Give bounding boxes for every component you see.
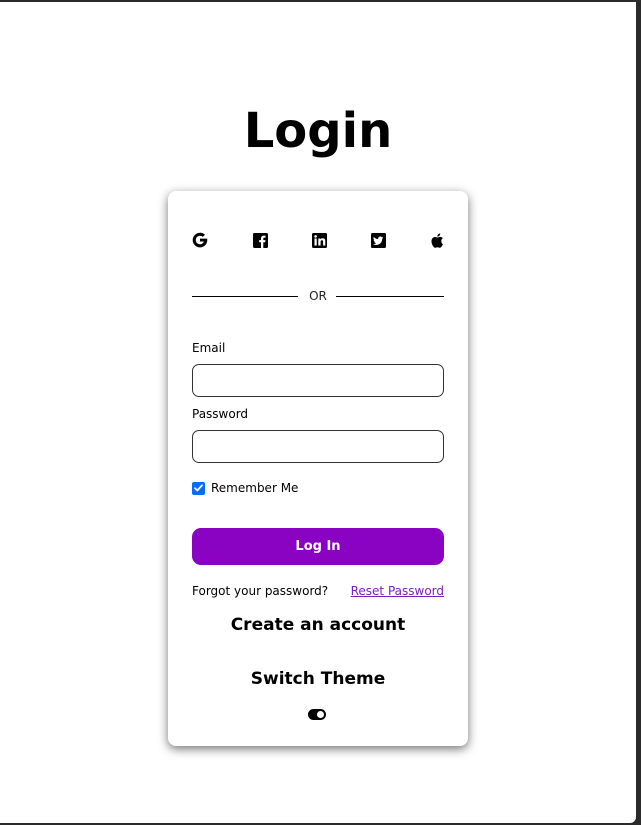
google-icon[interactable] (192, 231, 208, 249)
check-icon (194, 484, 203, 492)
apple-icon[interactable] (429, 231, 445, 249)
email-label: Email (192, 341, 226, 355)
forgot-password-row: Forgot your password? Reset Password (192, 583, 444, 599)
password-field[interactable] (192, 430, 444, 463)
facebook-icon[interactable] (252, 231, 268, 249)
divider-line-right (336, 296, 444, 297)
remember-me-checkbox[interactable] (192, 481, 205, 495)
linkedin-icon[interactable] (311, 231, 327, 249)
or-divider: OR (192, 288, 444, 304)
reset-password-link[interactable]: Reset Password (351, 583, 444, 599)
remember-me-label: Remember Me (211, 481, 299, 495)
social-login-row (192, 231, 444, 249)
toggle-knob (317, 711, 324, 718)
page-title: Login (243, 103, 393, 159)
app-window: Login OR Email Password Remember Me Log … (0, 2, 636, 823)
password-label: Password (192, 407, 249, 421)
login-button[interactable]: Log In (192, 528, 444, 565)
login-card: OR Email Password Remember Me Log In For… (168, 191, 468, 746)
create-account-link[interactable]: Create an account (168, 614, 468, 636)
email-field[interactable] (192, 364, 444, 397)
twitter-icon[interactable] (370, 231, 386, 249)
switch-theme-heading: Switch Theme (250, 669, 386, 689)
remember-me-row: Remember Me (192, 480, 298, 496)
forgot-password-text: Forgot your password? (192, 584, 329, 598)
theme-toggle[interactable] (308, 709, 326, 720)
